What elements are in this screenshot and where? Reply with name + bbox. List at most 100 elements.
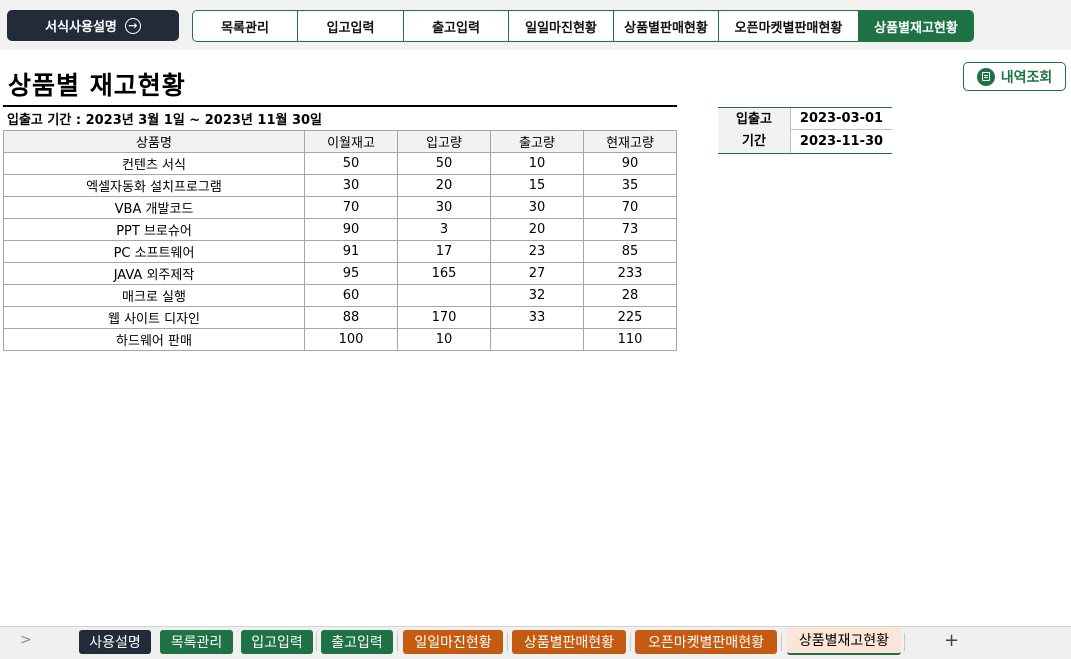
nav-tab-stock-out-entry[interactable]: 출고입력 xyxy=(404,11,509,41)
arrow-right-circle-icon: → xyxy=(124,17,141,34)
period-end-date[interactable]: 2023-11-30 xyxy=(790,130,892,153)
cell-in-qty[interactable] xyxy=(397,284,491,307)
sheet-separator xyxy=(507,633,508,651)
sheet-tab-list-management[interactable]: 목록관리 xyxy=(160,630,233,654)
cell-carryover[interactable]: 90 xyxy=(304,218,398,241)
cell-in-qty[interactable]: 50 xyxy=(397,152,491,175)
table-row: 매크로 실행 60 32 28 xyxy=(3,284,677,307)
table-row: PC 소프트웨어 91 17 23 85 xyxy=(3,240,677,263)
cell-carryover[interactable]: 95 xyxy=(304,262,398,285)
table-header-row: 상품명 이월재고 입고량 출고량 현재고량 xyxy=(3,130,677,153)
table-row: 하드웨어 판매 100 10 110 xyxy=(3,328,677,351)
sheet-tab-inventory-by-product[interactable]: 상품별재고현황 xyxy=(787,627,901,655)
table-row: PPT 브로슈어 90 3 20 73 xyxy=(3,218,677,241)
cell-out-qty[interactable]: 33 xyxy=(490,306,584,329)
cell-carryover[interactable]: 100 xyxy=(304,328,398,351)
period-start-date[interactable]: 2023-03-01 xyxy=(790,108,892,130)
sheet-separator xyxy=(630,633,631,651)
cell-current-qty[interactable]: 90 xyxy=(583,152,677,175)
cell-current-qty[interactable]: 233 xyxy=(583,262,677,285)
cell-out-qty[interactable] xyxy=(490,328,584,351)
cell-current-qty[interactable]: 85 xyxy=(583,240,677,263)
header-out-qty: 출고량 xyxy=(490,130,584,153)
table-row: 엑셀자동화 설치프로그램 30 20 15 35 xyxy=(3,174,677,197)
cell-in-qty[interactable]: 17 xyxy=(397,240,491,263)
nav-tab-list-management[interactable]: 목록관리 xyxy=(193,11,298,41)
header-in-qty: 입고량 xyxy=(397,130,491,153)
nav-tabs: 목록관리 입고입력 출고입력 일일마진현황 상품별판매현황 오픈마켓별판매현황 … xyxy=(192,10,974,42)
table-row: 컨텐츠 서식 50 50 10 90 xyxy=(3,152,677,175)
cell-in-qty[interactable]: 165 xyxy=(397,262,491,285)
view-history-label: 내역조회 xyxy=(1000,69,1053,86)
top-navigation-bar: 서식사용설명 → 목록관리 입고입력 출고입력 일일마진현황 상품별판매현황 오… xyxy=(0,0,1071,50)
sheet-tab-stock-out-entry[interactable]: 출고입력 xyxy=(321,630,393,654)
sheet-separator xyxy=(397,633,398,651)
header-current-qty: 현재고량 xyxy=(583,130,677,153)
cell-product[interactable]: 엑셀자동화 설치프로그램 xyxy=(3,174,305,197)
cell-product[interactable]: 웹 사이트 디자인 xyxy=(3,306,305,329)
cell-out-qty[interactable]: 32 xyxy=(490,284,584,307)
cell-product[interactable]: JAVA 외주제작 xyxy=(3,262,305,285)
cell-in-qty[interactable]: 30 xyxy=(397,196,491,219)
add-sheet-icon[interactable]: + xyxy=(944,630,959,651)
cell-current-qty[interactable]: 28 xyxy=(583,284,677,307)
cell-carryover[interactable]: 88 xyxy=(304,306,398,329)
cell-out-qty[interactable]: 23 xyxy=(490,240,584,263)
cell-carryover[interactable]: 50 xyxy=(304,152,398,175)
cell-current-qty[interactable]: 35 xyxy=(583,174,677,197)
sheet-tab-sales-by-product[interactable]: 상품별판매현황 xyxy=(512,630,626,654)
sheet-tab-usage[interactable]: 사용설명 xyxy=(79,630,151,654)
period-text: 입출고 기간 : 2023년 3월 1일 ~ 2023년 11월 30일 xyxy=(7,113,323,128)
cell-product[interactable]: VBA 개발코드 xyxy=(3,196,305,219)
cell-carryover[interactable]: 30 xyxy=(304,174,398,197)
cell-out-qty[interactable]: 30 xyxy=(490,196,584,219)
cell-carryover[interactable]: 91 xyxy=(304,240,398,263)
view-history-button[interactable]: 내역조회 xyxy=(963,62,1066,91)
cell-out-qty[interactable]: 27 xyxy=(490,262,584,285)
inventory-table: 상품명 이월재고 입고량 출고량 현재고량 컨텐츠 서식 50 50 10 90 엑셀자… xyxy=(3,130,677,351)
sheet-tab-stock-in-entry[interactable]: 입고입력 xyxy=(241,630,313,654)
cell-product[interactable]: PC 소프트웨어 xyxy=(3,240,305,263)
sheet-scroll-right-icon[interactable]: > xyxy=(20,632,32,648)
header-carryover: 이월재고 xyxy=(304,130,398,153)
nav-tab-stock-in-entry[interactable]: 입고입력 xyxy=(298,11,404,41)
nav-tab-sales-by-market[interactable]: 오픈마켓별판매현황 xyxy=(719,11,859,41)
cell-carryover[interactable]: 60 xyxy=(304,284,398,307)
cell-product[interactable]: 하드웨어 판매 xyxy=(3,328,305,351)
period-box: 입출고 기간 2023-03-01 2023-11-30 xyxy=(718,107,892,154)
sheet-separator xyxy=(781,633,782,651)
cell-out-qty[interactable]: 10 xyxy=(490,152,584,175)
nav-tab-sales-by-product[interactable]: 상품별판매현황 xyxy=(614,11,719,41)
sheet-separator xyxy=(904,633,905,651)
cell-out-qty[interactable]: 15 xyxy=(490,174,584,197)
cell-in-qty[interactable]: 170 xyxy=(397,306,491,329)
cell-current-qty[interactable]: 225 xyxy=(583,306,677,329)
period-box-label: 입출고 기간 xyxy=(718,108,790,153)
usage-guide-button[interactable]: 서식사용설명 → xyxy=(7,10,179,41)
sheet-tab-daily-margin[interactable]: 일일마진현황 xyxy=(403,630,503,654)
cell-product[interactable]: 컨텐츠 서식 xyxy=(3,152,305,175)
period-box-label-line2: 기간 xyxy=(742,133,766,149)
cell-current-qty[interactable]: 110 xyxy=(583,328,677,351)
period-divider xyxy=(3,105,677,107)
cell-in-qty[interactable]: 10 xyxy=(397,328,491,351)
sheet-tab-sales-by-market[interactable]: 오픈마켓별판매현황 xyxy=(635,630,777,654)
cell-product[interactable]: 매크로 실행 xyxy=(3,284,305,307)
table-row: VBA 개발코드 70 30 30 70 xyxy=(3,196,677,219)
nav-tab-daily-margin[interactable]: 일일마진현황 xyxy=(509,11,614,41)
cell-carryover[interactable]: 70 xyxy=(304,196,398,219)
period-box-label-line1: 입출고 xyxy=(736,111,772,127)
page-title: 상품별 재고현황 xyxy=(8,71,186,100)
sheet-separator xyxy=(316,633,317,651)
cell-out-qty[interactable]: 20 xyxy=(490,218,584,241)
cell-in-qty[interactable]: 3 xyxy=(397,218,491,241)
table-row: 웹 사이트 디자인 88 170 33 225 xyxy=(3,306,677,329)
cell-product[interactable]: PPT 브로슈어 xyxy=(3,218,305,241)
cell-current-qty[interactable]: 73 xyxy=(583,218,677,241)
table-row: JAVA 외주제작 95 165 27 233 xyxy=(3,262,677,285)
cell-current-qty[interactable]: 70 xyxy=(583,196,677,219)
list-icon xyxy=(976,67,995,86)
usage-guide-label: 서식사용설명 xyxy=(45,20,117,35)
cell-in-qty[interactable]: 20 xyxy=(397,174,491,197)
nav-tab-inventory-by-product[interactable]: 상품별재고현황 xyxy=(859,11,973,41)
